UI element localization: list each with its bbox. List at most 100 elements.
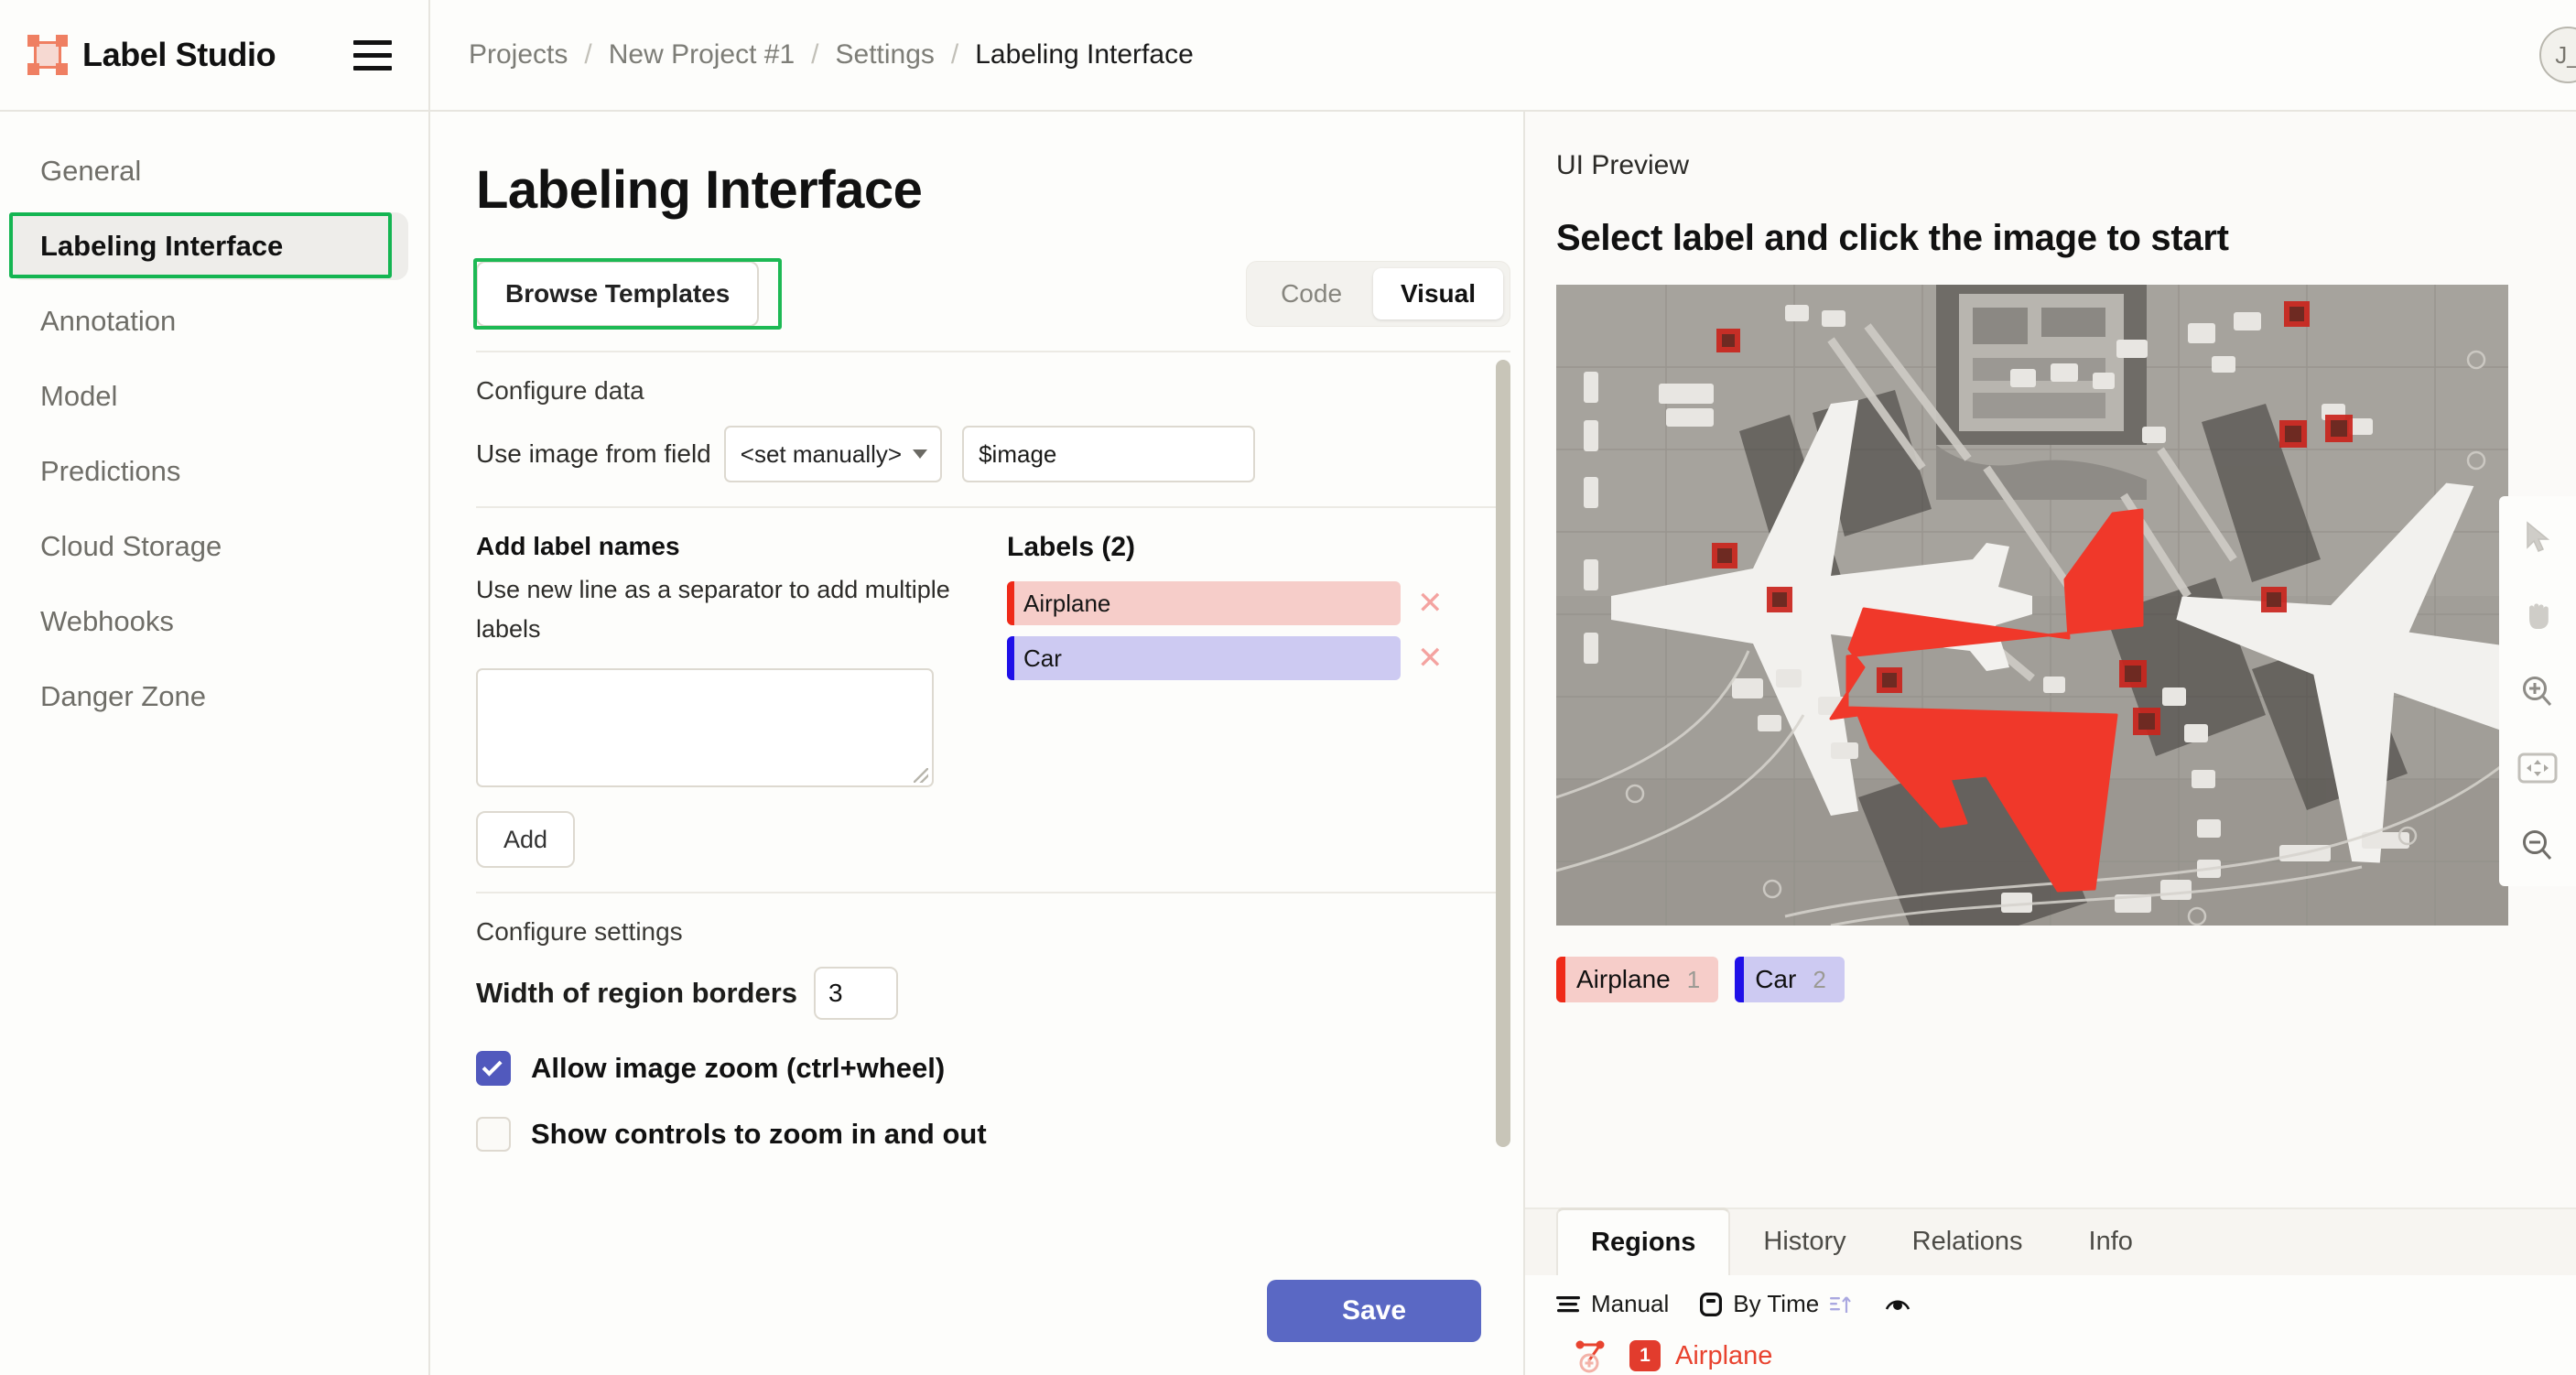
regions-list: 1 Airplane (1525, 1318, 2576, 1375)
chip-label: Car (1755, 965, 1797, 993)
breadcrumb: Projects / New Project #1 / Settings / L… (469, 39, 1194, 70)
labels-list-column: Labels (2) Airplane ✕ Car ✕ (989, 532, 1510, 868)
image-field-row: Use image from field <set manually> $ima… (476, 426, 1510, 482)
regions-sort-bar: Manual By Time (1525, 1275, 2576, 1318)
show-zoom-controls-checkbox[interactable] (476, 1117, 511, 1153)
tab-history[interactable]: History (1730, 1207, 1878, 1275)
preview-image-wrap (1556, 285, 2508, 926)
clock-box-icon (1700, 1292, 1723, 1316)
save-button[interactable]: Save (1267, 1280, 1481, 1342)
add-labels-hint: Use new line as a separator to add multi… (476, 576, 950, 643)
breadcrumb-separator: / (950, 39, 959, 70)
allow-zoom-row[interactable]: Allow image zoom (ctrl+wheel) (476, 1051, 1510, 1087)
sidebar-item-label: Annotation (40, 305, 177, 337)
settings-sidebar: General Labeling Interface Annotation Mo… (0, 112, 430, 1375)
region-label: Airplane (1675, 1340, 1773, 1370)
avatar[interactable]: J_ (2539, 27, 2576, 83)
show-controls-row[interactable]: Show controls to zoom in and out (476, 1117, 1510, 1153)
label-names-textarea[interactable] (476, 668, 934, 788)
breadcrumb-item-labeling-interface[interactable]: Labeling Interface (975, 39, 1194, 70)
breadcrumb-item-project[interactable]: New Project #1 (609, 39, 795, 70)
label-name: Airplane (1023, 589, 1111, 617)
sidebar-item-general[interactable]: General (9, 137, 408, 205)
toggle-regions-visibility-button[interactable] (1885, 1295, 1910, 1314)
preview-tabs: Regions History Relations Info (1525, 1207, 2576, 1275)
remove-label-car-icon[interactable]: ✕ (1417, 643, 1444, 674)
hamburger-icon[interactable] (353, 39, 392, 70)
zoom-out-icon[interactable] (2516, 824, 2559, 866)
eye-icon (1886, 1299, 1910, 1310)
breadcrumb-item-settings[interactable]: Settings (836, 39, 935, 70)
tab-regions[interactable]: Regions (1556, 1207, 1731, 1275)
label-chip-airplane[interactable]: Airplane 1 (1556, 957, 1719, 1002)
chip-color-bar (1556, 957, 1565, 1002)
main-content: Labeling Interface Browse Templates Code… (430, 112, 1525, 1375)
remove-label-airplane-icon[interactable]: ✕ (1417, 588, 1444, 619)
label-pill-car[interactable]: Car (1007, 636, 1401, 680)
preview-kicker: UI Preview (1556, 150, 1690, 180)
sidebar-item-cloud-storage[interactable]: Cloud Storage (9, 513, 408, 580)
sort-direction-icon (1830, 1295, 1852, 1313)
sidebar-item-label: General (40, 155, 142, 187)
sidebar-item-danger-zone[interactable]: Danger Zone (9, 663, 408, 731)
body: General Labeling Interface Annotation Mo… (0, 112, 2576, 1375)
label-item-row: Car ✕ (1007, 636, 1510, 680)
image-field-label: Use image from field (476, 439, 711, 468)
label-item-row: Airplane ✕ (1007, 581, 1510, 625)
border-width-row: Width of region borders 3 (476, 967, 1510, 1021)
sidebar-item-label: Labeling Interface (40, 230, 284, 262)
polygon-icon (1575, 1340, 1605, 1373)
sort-by-time-label: By Time (1733, 1290, 1820, 1317)
sidebar-item-label: Webhooks (40, 605, 174, 637)
add-label-button[interactable]: Add (476, 811, 575, 869)
sort-manual-button[interactable]: Manual (1556, 1290, 1669, 1318)
breadcrumb-separator: / (811, 39, 819, 70)
tab-relations[interactable]: Relations (1879, 1207, 2056, 1275)
image-field-select-value: <set manually> (740, 439, 903, 468)
chip-hotkey: 2 (1813, 965, 1826, 993)
allow-zoom-checkbox[interactable] (476, 1051, 511, 1087)
sort-manual-label: Manual (1591, 1290, 1670, 1317)
cursor-icon[interactable] (2516, 516, 2559, 558)
tab-code[interactable]: Code (1253, 268, 1369, 319)
sidebar-item-webhooks[interactable]: Webhooks (9, 588, 408, 655)
sort-by-time-button[interactable]: By Time (1700, 1290, 1854, 1318)
browse-templates-button[interactable]: Browse Templates (476, 261, 760, 327)
brand-name: Label Studio (82, 36, 276, 73)
fit-to-screen-icon[interactable] (2516, 747, 2559, 789)
app-root: Label Studio Projects / New Project #1 /… (0, 0, 2576, 1375)
image-field-input[interactable]: $image (962, 426, 1256, 482)
label-pill-airplane[interactable]: Airplane (1007, 581, 1401, 625)
breadcrumb-zone: Projects / New Project #1 / Settings / L… (430, 0, 2576, 110)
labels-section: Add label names Use new line as a separa… (476, 506, 1510, 892)
tab-info[interactable]: Info (2056, 1207, 2166, 1275)
show-controls-label: Show controls to zoom in and out (531, 1118, 987, 1151)
configure-settings-section: Configure settings Width of region borde… (476, 892, 1510, 1175)
sidebar-item-label: Model (40, 380, 118, 412)
sidebar-item-label: Danger Zone (40, 680, 206, 712)
tab-visual[interactable]: Visual (1373, 268, 1503, 319)
sidebar-item-annotation[interactable]: Annotation (9, 287, 408, 355)
top-bar: Label Studio Projects / New Project #1 /… (0, 0, 2576, 112)
label-chips: Airplane 1 Car 2 (1556, 957, 2576, 1002)
sidebar-item-predictions[interactable]: Predictions (9, 438, 408, 505)
allow-zoom-label: Allow image zoom (ctrl+wheel) (531, 1052, 946, 1085)
sidebar-item-model[interactable]: Model (9, 363, 408, 430)
toolbar-row: Browse Templates Code Visual (473, 258, 1510, 330)
border-width-input[interactable]: 3 (814, 967, 899, 1021)
zoom-in-icon[interactable] (2516, 670, 2559, 712)
sort-lines-icon (1556, 1295, 1580, 1312)
region-list-item[interactable]: 1 Airplane (1573, 1337, 2576, 1375)
resize-grip-icon[interactable] (914, 768, 928, 784)
annotation-canvas[interactable] (1556, 285, 2508, 926)
label-color-bar (1007, 636, 1014, 680)
sidebar-item-label: Cloud Storage (40, 530, 222, 562)
preview-header: UI Preview Select label and click the im… (1525, 112, 2576, 259)
brand-zone: Label Studio (0, 0, 430, 110)
sidebar-item-labeling-interface[interactable]: Labeling Interface (9, 212, 408, 280)
label-chip-car[interactable]: Car 2 (1735, 957, 1845, 1002)
image-field-select[interactable]: <set manually> (723, 426, 943, 482)
hand-pan-icon[interactable] (2516, 593, 2559, 635)
form-scrollbar[interactable] (1496, 360, 1510, 1147)
breadcrumb-item-projects[interactable]: Projects (469, 39, 568, 70)
